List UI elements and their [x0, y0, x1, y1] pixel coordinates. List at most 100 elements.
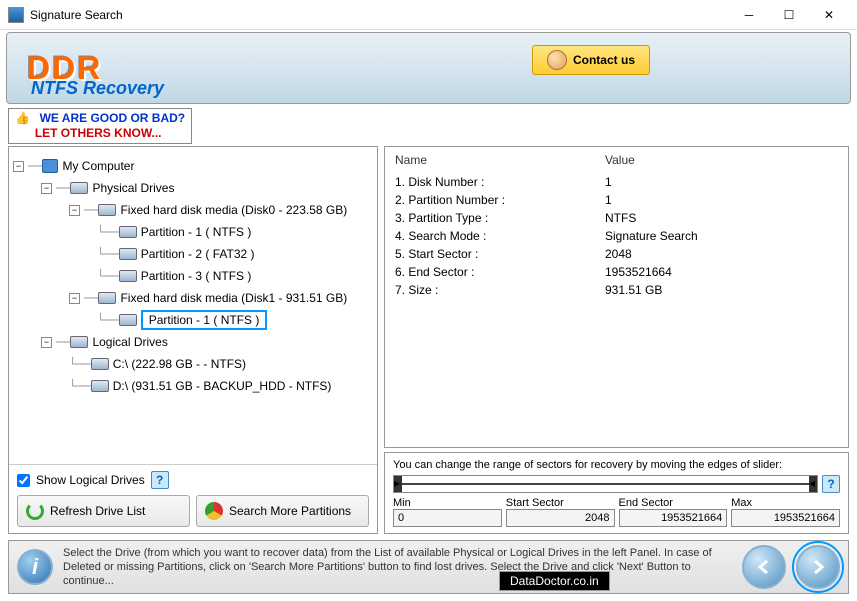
tree-logical-drive[interactable]: └── C:\ (222.98 GB - - NTFS) — [13, 353, 373, 375]
help-icon[interactable]: ? — [822, 475, 840, 493]
contact-icon — [547, 50, 567, 70]
close-button[interactable]: ✕ — [809, 3, 849, 27]
tree-partition[interactable]: └── Partition - 1 ( NTFS ) — [13, 221, 373, 243]
tree-partition[interactable]: └── Partition - 3 ( NTFS ) — [13, 265, 373, 287]
info-name: 5. Start Sector : — [395, 247, 605, 261]
tree-d0p3-label: Partition - 3 ( NTFS ) — [141, 269, 252, 283]
start-sector-input[interactable] — [506, 509, 615, 527]
info-row: 3. Partition Type :NTFS — [395, 209, 838, 227]
disk-icon — [98, 204, 116, 216]
refresh-icon — [26, 502, 44, 520]
info-value: 1 — [605, 193, 612, 207]
refresh-label: Refresh Drive List — [50, 504, 145, 518]
sector-label: You can change the range of sectors for … — [393, 459, 840, 471]
refresh-drive-list-button[interactable]: Refresh Drive List — [17, 495, 190, 527]
search-more-label: Search More Partitions — [229, 504, 351, 518]
collapse-icon[interactable]: − — [69, 293, 80, 304]
tree-logical-drive[interactable]: └── D:\ (931.51 GB - BACKUP_HDD - NTFS) — [13, 375, 373, 397]
computer-icon — [42, 159, 58, 173]
datadoctor-badge[interactable]: DataDoctor.co.in — [499, 571, 610, 591]
info-icon: i — [17, 549, 53, 585]
feedback-line2: LET OTHERS KNOW... — [35, 126, 162, 140]
thumb-icon: 👍 — [15, 111, 30, 125]
info-name: 3. Partition Type : — [395, 211, 605, 225]
sector-slider[interactable]: ▸ ◂ — [393, 475, 818, 493]
info-row: 5. Start Sector :2048 — [395, 245, 838, 263]
drive-icon — [91, 358, 109, 370]
footer: i Select the Drive (from which you want … — [8, 540, 849, 594]
tree-physical[interactable]: − ── Physical Drives — [13, 177, 373, 199]
info-value: NTFS — [605, 211, 636, 225]
collapse-icon[interactable]: − — [41, 183, 52, 194]
tree-root-label: My Computer — [62, 159, 134, 173]
sector-panel: You can change the range of sectors for … — [384, 452, 849, 534]
tree-partition-selected[interactable]: └── Partition - 1 ( NTFS ) — [13, 309, 373, 331]
tree-lc-label: C:\ (222.98 GB - - NTFS) — [113, 357, 246, 371]
help-icon[interactable]: ? — [151, 471, 169, 489]
info-row: 4. Search Mode :Signature Search — [395, 227, 838, 245]
max-input[interactable] — [731, 509, 840, 527]
back-button[interactable] — [742, 545, 786, 589]
max-label: Max — [731, 497, 840, 509]
window-title: Signature Search — [30, 8, 729, 22]
collapse-icon[interactable]: − — [13, 161, 24, 172]
search-more-partitions-button[interactable]: Search More Partitions — [196, 495, 369, 527]
collapse-icon[interactable]: − — [69, 205, 80, 216]
app-icon — [8, 7, 24, 23]
app-header: DDR NTFS Recovery Contact us — [6, 32, 851, 104]
left-panel: − ── My Computer − ── Physical Drives − … — [8, 146, 378, 534]
maximize-button[interactable]: ☐ — [769, 3, 809, 27]
contact-us-button[interactable]: Contact us — [532, 45, 650, 75]
tree-partition[interactable]: └── Partition - 2 ( FAT32 ) — [13, 243, 373, 265]
right-panel: Name Value 1. Disk Number :12. Partition… — [384, 146, 849, 534]
disk-icon — [98, 292, 116, 304]
footer-text: Select the Drive (from which you want to… — [63, 546, 732, 589]
slider-handle-right[interactable]: ◂ — [809, 476, 817, 492]
info-value: 2048 — [605, 247, 632, 261]
tree-ld-label: D:\ (931.51 GB - BACKUP_HDD - NTFS) — [113, 379, 332, 393]
info-name: 4. Search Mode : — [395, 229, 605, 243]
collapse-icon[interactable]: − — [41, 337, 52, 348]
min-input[interactable] — [393, 509, 502, 527]
minimize-button[interactable]: ─ — [729, 3, 769, 27]
tree-disk1-label: Fixed hard disk media (Disk1 - 931.51 GB… — [120, 291, 347, 305]
info-value: Signature Search — [605, 229, 698, 243]
info-table: Name Value 1. Disk Number :12. Partition… — [384, 146, 849, 448]
info-row: 2. Partition Number :1 — [395, 191, 838, 209]
tree-root[interactable]: − ── My Computer — [13, 155, 373, 177]
info-row: 7. Size :931.51 GB — [395, 281, 838, 299]
tree-disk0-label: Fixed hard disk media (Disk0 - 223.58 GB… — [120, 203, 347, 217]
contact-label: Contact us — [573, 53, 635, 67]
next-button[interactable] — [796, 545, 840, 589]
show-logical-checkbox[interactable] — [17, 474, 30, 487]
tree-disk0[interactable]: − ── Fixed hard disk media (Disk0 - 223.… — [13, 199, 373, 221]
tree-d0p2-label: Partition - 2 ( FAT32 ) — [141, 247, 255, 261]
drive-tree[interactable]: − ── My Computer − ── Physical Drives − … — [9, 147, 377, 464]
info-row: 1. Disk Number :1 — [395, 173, 838, 191]
tree-logical-label: Logical Drives — [92, 335, 167, 349]
drive-icon — [91, 380, 109, 392]
info-name: 1. Disk Number : — [395, 175, 605, 189]
title-bar: Signature Search ─ ☐ ✕ — [0, 0, 857, 30]
info-value: 931.51 GB — [605, 283, 662, 297]
tree-logical[interactable]: − ── Logical Drives — [13, 331, 373, 353]
info-row: 6. End Sector :1953521664 — [395, 263, 838, 281]
feedback-link[interactable]: 👍 WE ARE GOOD OR BAD? LET OTHERS KNOW... — [8, 108, 192, 144]
info-value: 1953521664 — [605, 265, 672, 279]
tree-d1p1-label: Partition - 1 ( NTFS ) — [141, 310, 268, 330]
end-sector-input[interactable] — [619, 509, 728, 527]
left-controls: Show Logical Drives ? Refresh Drive List… — [9, 464, 377, 533]
partition-icon — [119, 248, 137, 260]
tree-physical-label: Physical Drives — [92, 181, 174, 195]
start-label: Start Sector — [506, 497, 615, 509]
tree-d0p1-label: Partition - 1 ( NTFS ) — [141, 225, 252, 239]
partition-icon — [119, 270, 137, 282]
tree-disk1[interactable]: − ── Fixed hard disk media (Disk1 - 931.… — [13, 287, 373, 309]
show-logical-label: Show Logical Drives — [36, 473, 145, 487]
slider-handle-left[interactable]: ▸ — [394, 476, 402, 492]
drives-icon — [70, 336, 88, 348]
partition-icon — [119, 314, 137, 326]
info-name: 7. Size : — [395, 283, 605, 297]
info-name: 2. Partition Number : — [395, 193, 605, 207]
drives-icon — [70, 182, 88, 194]
